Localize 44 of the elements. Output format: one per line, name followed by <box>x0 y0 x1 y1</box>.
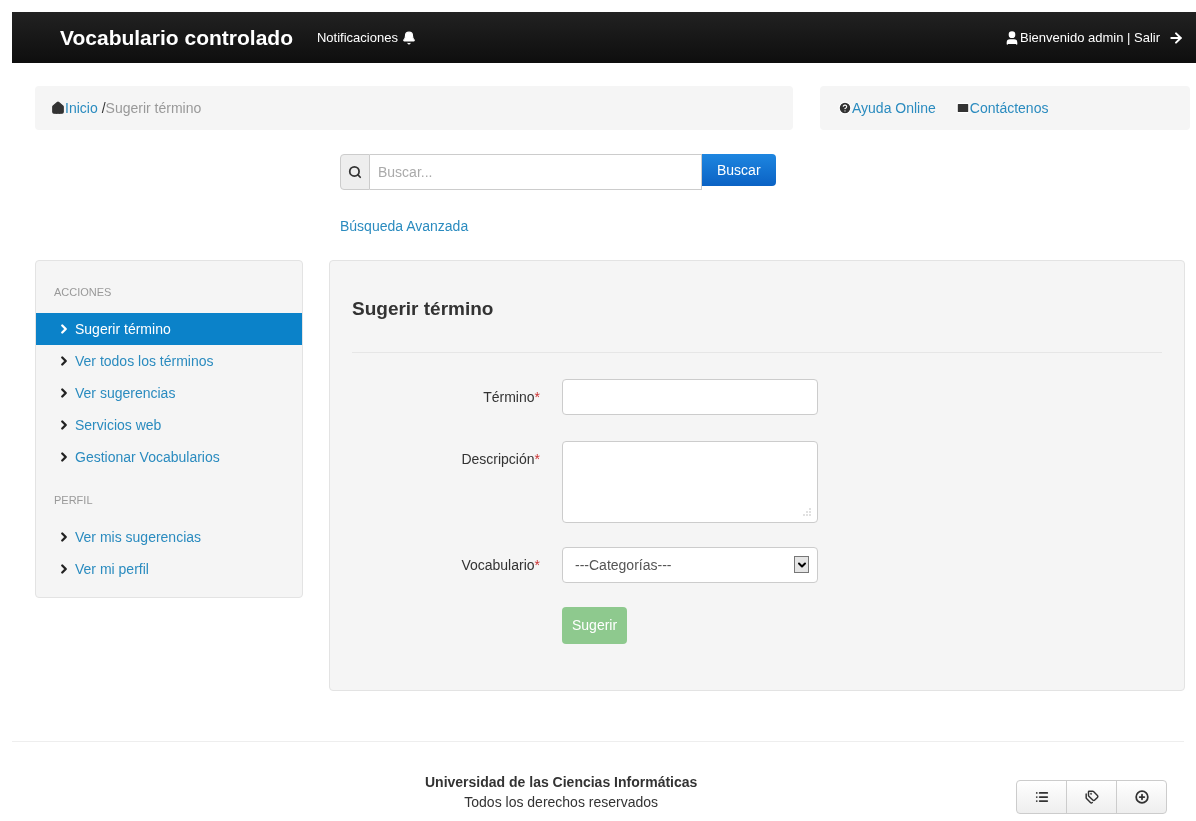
required-mark: * <box>534 449 540 469</box>
field-label: Término <box>483 387 535 407</box>
footer-icon-button[interactable] <box>1116 780 1167 814</box>
sidebar-item[interactable]: Ver mi perfil <box>36 553 302 585</box>
breadcrumb-separator: / <box>101 99 106 118</box>
plus-circle-icon <box>1134 790 1149 804</box>
footer-icon-button[interactable] <box>1016 780 1067 814</box>
notifications-link[interactable]: Notificaciones <box>316 27 416 48</box>
sidebar-item[interactable]: Ver todos los términos <box>36 345 302 377</box>
footer-subtitle: Todos los derechos reservados <box>464 793 659 812</box>
user-menu[interactable]: Bienvenido admin | Salir <box>1004 27 1184 48</box>
footer-title: Universidad de las Ciencias Informáticas <box>425 773 698 792</box>
mail-icon <box>955 101 970 115</box>
advanced-search-link[interactable]: Búsqueda Avanzada <box>340 218 469 234</box>
sidebar-section-title: ACCIONES <box>54 286 112 298</box>
breadcrumb-home-link[interactable]: Inicio <box>51 98 98 118</box>
form-title: Sugerir término <box>352 298 494 319</box>
search-icon <box>348 165 362 179</box>
required-mark: * <box>534 387 540 407</box>
sidebar-item[interactable]: Ver mis sugerencias <box>36 521 302 553</box>
breadcrumb-current: Sugerir término <box>105 99 202 118</box>
question-icon <box>838 101 852 115</box>
sidebar-item[interactable]: Sugerir término <box>36 313 302 345</box>
brand-title[interactable]: Vocabulario controlado <box>60 21 293 54</box>
sidebar-item[interactable]: Servicios web <box>36 409 302 441</box>
help-link[interactable]: Ayuda Online <box>838 98 936 118</box>
search-button[interactable]: Buscar <box>702 154 776 186</box>
logout-arrow-icon <box>1168 29 1184 46</box>
help-link[interactable]: Contáctenos <box>955 98 1049 118</box>
vocabulary-select[interactable]: ---Categorías--- <box>562 546 818 583</box>
field-label: Vocabulario <box>461 555 535 575</box>
bell-icon <box>401 30 416 45</box>
resize-grip-icon <box>803 507 811 516</box>
footer-icon-button[interactable] <box>1066 780 1117 814</box>
home-icon <box>51 101 65 115</box>
search-field[interactable]: Buscar... <box>370 154 702 190</box>
list-icon <box>1034 790 1049 804</box>
sidebar-item[interactable]: Ver sugerencias <box>36 377 302 409</box>
term-input[interactable] <box>562 378 818 415</box>
field-label: Descripción <box>461 449 535 469</box>
required-mark: * <box>534 555 540 575</box>
sidebar-item[interactable]: Gestionar Vocabularios <box>36 441 302 473</box>
sidebar-section-title: PERFIL <box>54 494 93 506</box>
tags-icon <box>1084 790 1099 804</box>
